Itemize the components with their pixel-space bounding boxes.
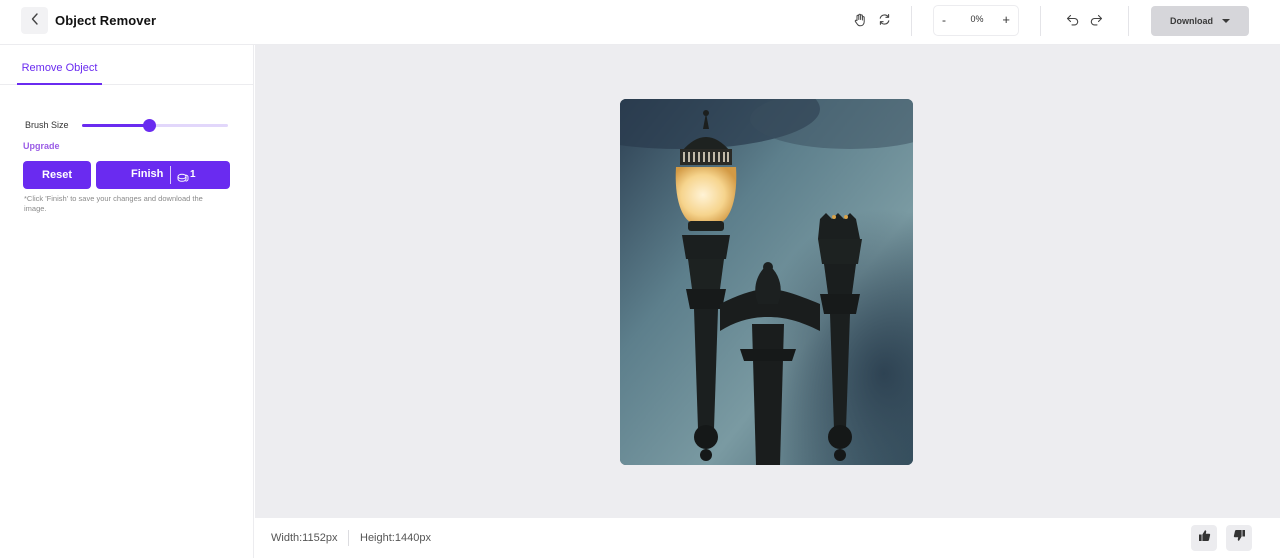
editor-canvas[interactable] <box>255 45 1280 518</box>
reset-view-button[interactable] <box>875 13 893 31</box>
tool-sidebar: Remove Object Brush Size Upgrade Reset F… <box>0 45 254 558</box>
zoom-out-button[interactable]: - <box>942 13 946 27</box>
brush-size-label: Brush Size <box>25 120 69 130</box>
zoom-in-button[interactable]: + <box>1002 12 1010 27</box>
reset-button[interactable]: Reset <box>23 161 91 189</box>
credit-count: 1 <box>190 169 196 180</box>
pan-button[interactable] <box>851 13 869 31</box>
image-width: Width:1152px <box>271 532 338 544</box>
refresh-icon <box>878 13 891 31</box>
toolbar-divider <box>1128 6 1129 36</box>
zoom-level: 0% <box>970 14 984 24</box>
zoom-control: - 0% + <box>933 5 1019 36</box>
image-height: Height:1440px <box>360 532 431 544</box>
finish-label: Finish <box>131 168 164 180</box>
redo-icon <box>1089 13 1103 31</box>
undo-icon <box>1066 13 1080 31</box>
back-button[interactable] <box>21 7 48 34</box>
undo-button[interactable] <box>1064 13 1082 31</box>
thumbs-up-icon <box>1198 529 1211 547</box>
chevron-left-icon <box>30 12 40 30</box>
street-lamp-photo <box>620 99 913 465</box>
redo-button[interactable] <box>1087 13 1105 31</box>
slider-fill <box>82 124 150 127</box>
finish-hint: *Click 'Finish' to save your changes and… <box>24 194 203 213</box>
top-bar: Object Remover - 0% + Download <box>0 0 1280 45</box>
page-title: Object Remover <box>55 13 157 28</box>
tab-remove-object[interactable]: Remove Object <box>17 62 102 85</box>
brush-size-slider[interactable] <box>82 119 228 132</box>
credits-icon <box>177 170 189 182</box>
thumbs-down-button[interactable] <box>1226 525 1252 551</box>
edited-image[interactable] <box>620 99 913 465</box>
slider-thumb[interactable] <box>143 119 157 132</box>
download-label: Download <box>1170 16 1213 26</box>
finish-button[interactable]: Finish 1 <box>96 161 230 189</box>
upgrade-link[interactable]: Upgrade <box>23 141 60 151</box>
thumbs-down-icon <box>1233 529 1246 547</box>
dimension-divider <box>348 530 349 546</box>
reset-label: Reset <box>42 169 72 181</box>
hand-icon <box>853 13 867 32</box>
tab-bar: Remove Object <box>0 45 254 85</box>
status-bar: Width:1152px Height:1440px <box>255 518 1280 558</box>
download-button[interactable]: Download <box>1151 6 1249 36</box>
caret-down-icon <box>1222 19 1230 23</box>
object-remover-app: Object Remover - 0% + Download Remove Ob… <box>0 0 1280 558</box>
toolbar-divider <box>1040 6 1041 36</box>
thumbs-up-button[interactable] <box>1191 525 1217 551</box>
toolbar-divider <box>911 6 912 36</box>
finish-divider <box>170 166 171 184</box>
